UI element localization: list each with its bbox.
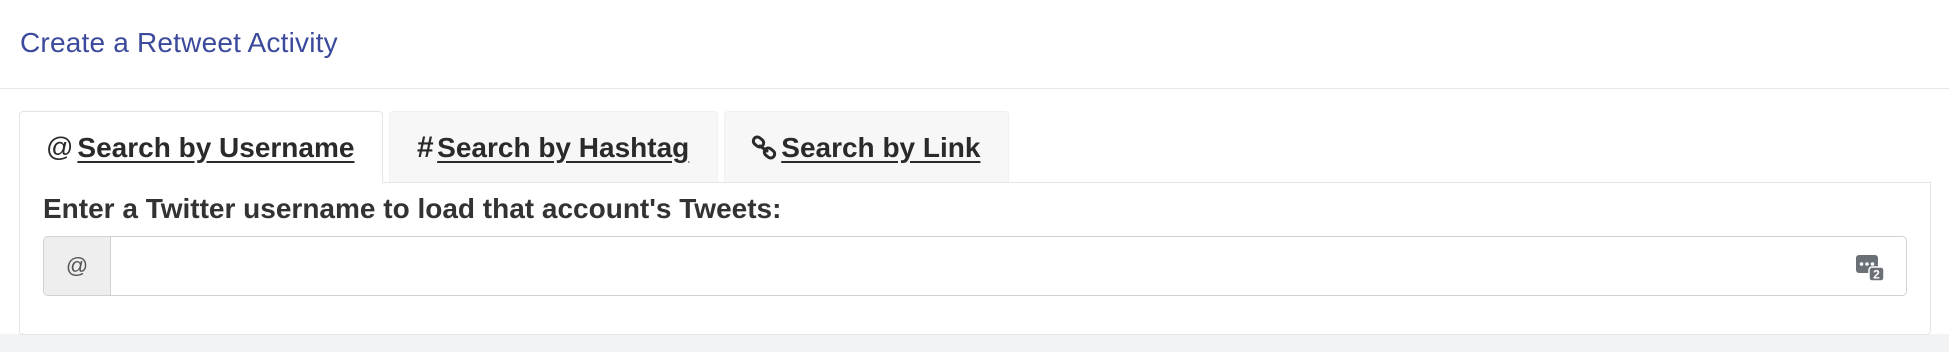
page-header: Create a Retweet Activity	[0, 0, 1949, 89]
svg-text:2: 2	[1873, 268, 1880, 282]
tab-search-by-link[interactable]: Search by Link	[724, 111, 1010, 183]
link-icon	[751, 135, 777, 161]
tab-label: Search by Hashtag	[437, 131, 690, 163]
username-field-label: Enter a Twitter username to load that ac…	[43, 193, 782, 224]
tab-search-by-username[interactable]: @ Search by Username	[19, 111, 384, 184]
tab-search-by-hashtag[interactable]: # Search by Hashtag	[389, 111, 719, 183]
at-icon: @	[46, 132, 74, 162]
tab-label: Search by Link	[781, 131, 981, 163]
page: Create a Retweet Activity @ Search by Us…	[0, 0, 1949, 335]
password-manager-icon[interactable]: 2	[1854, 251, 1886, 283]
username-search-panel: Enter a Twitter username to load that ac…	[19, 182, 1931, 335]
tab-label: Search by Username	[77, 131, 355, 163]
at-prefix-addon: @	[44, 237, 111, 295]
username-input[interactable]	[111, 237, 1906, 295]
page-title: Create a Retweet Activity	[20, 27, 338, 58]
username-input-group: @ 2	[43, 236, 1907, 296]
search-tabs: @ Search by Username # Search by Hashtag…	[19, 111, 1015, 184]
hashtag-icon: #	[416, 130, 434, 164]
